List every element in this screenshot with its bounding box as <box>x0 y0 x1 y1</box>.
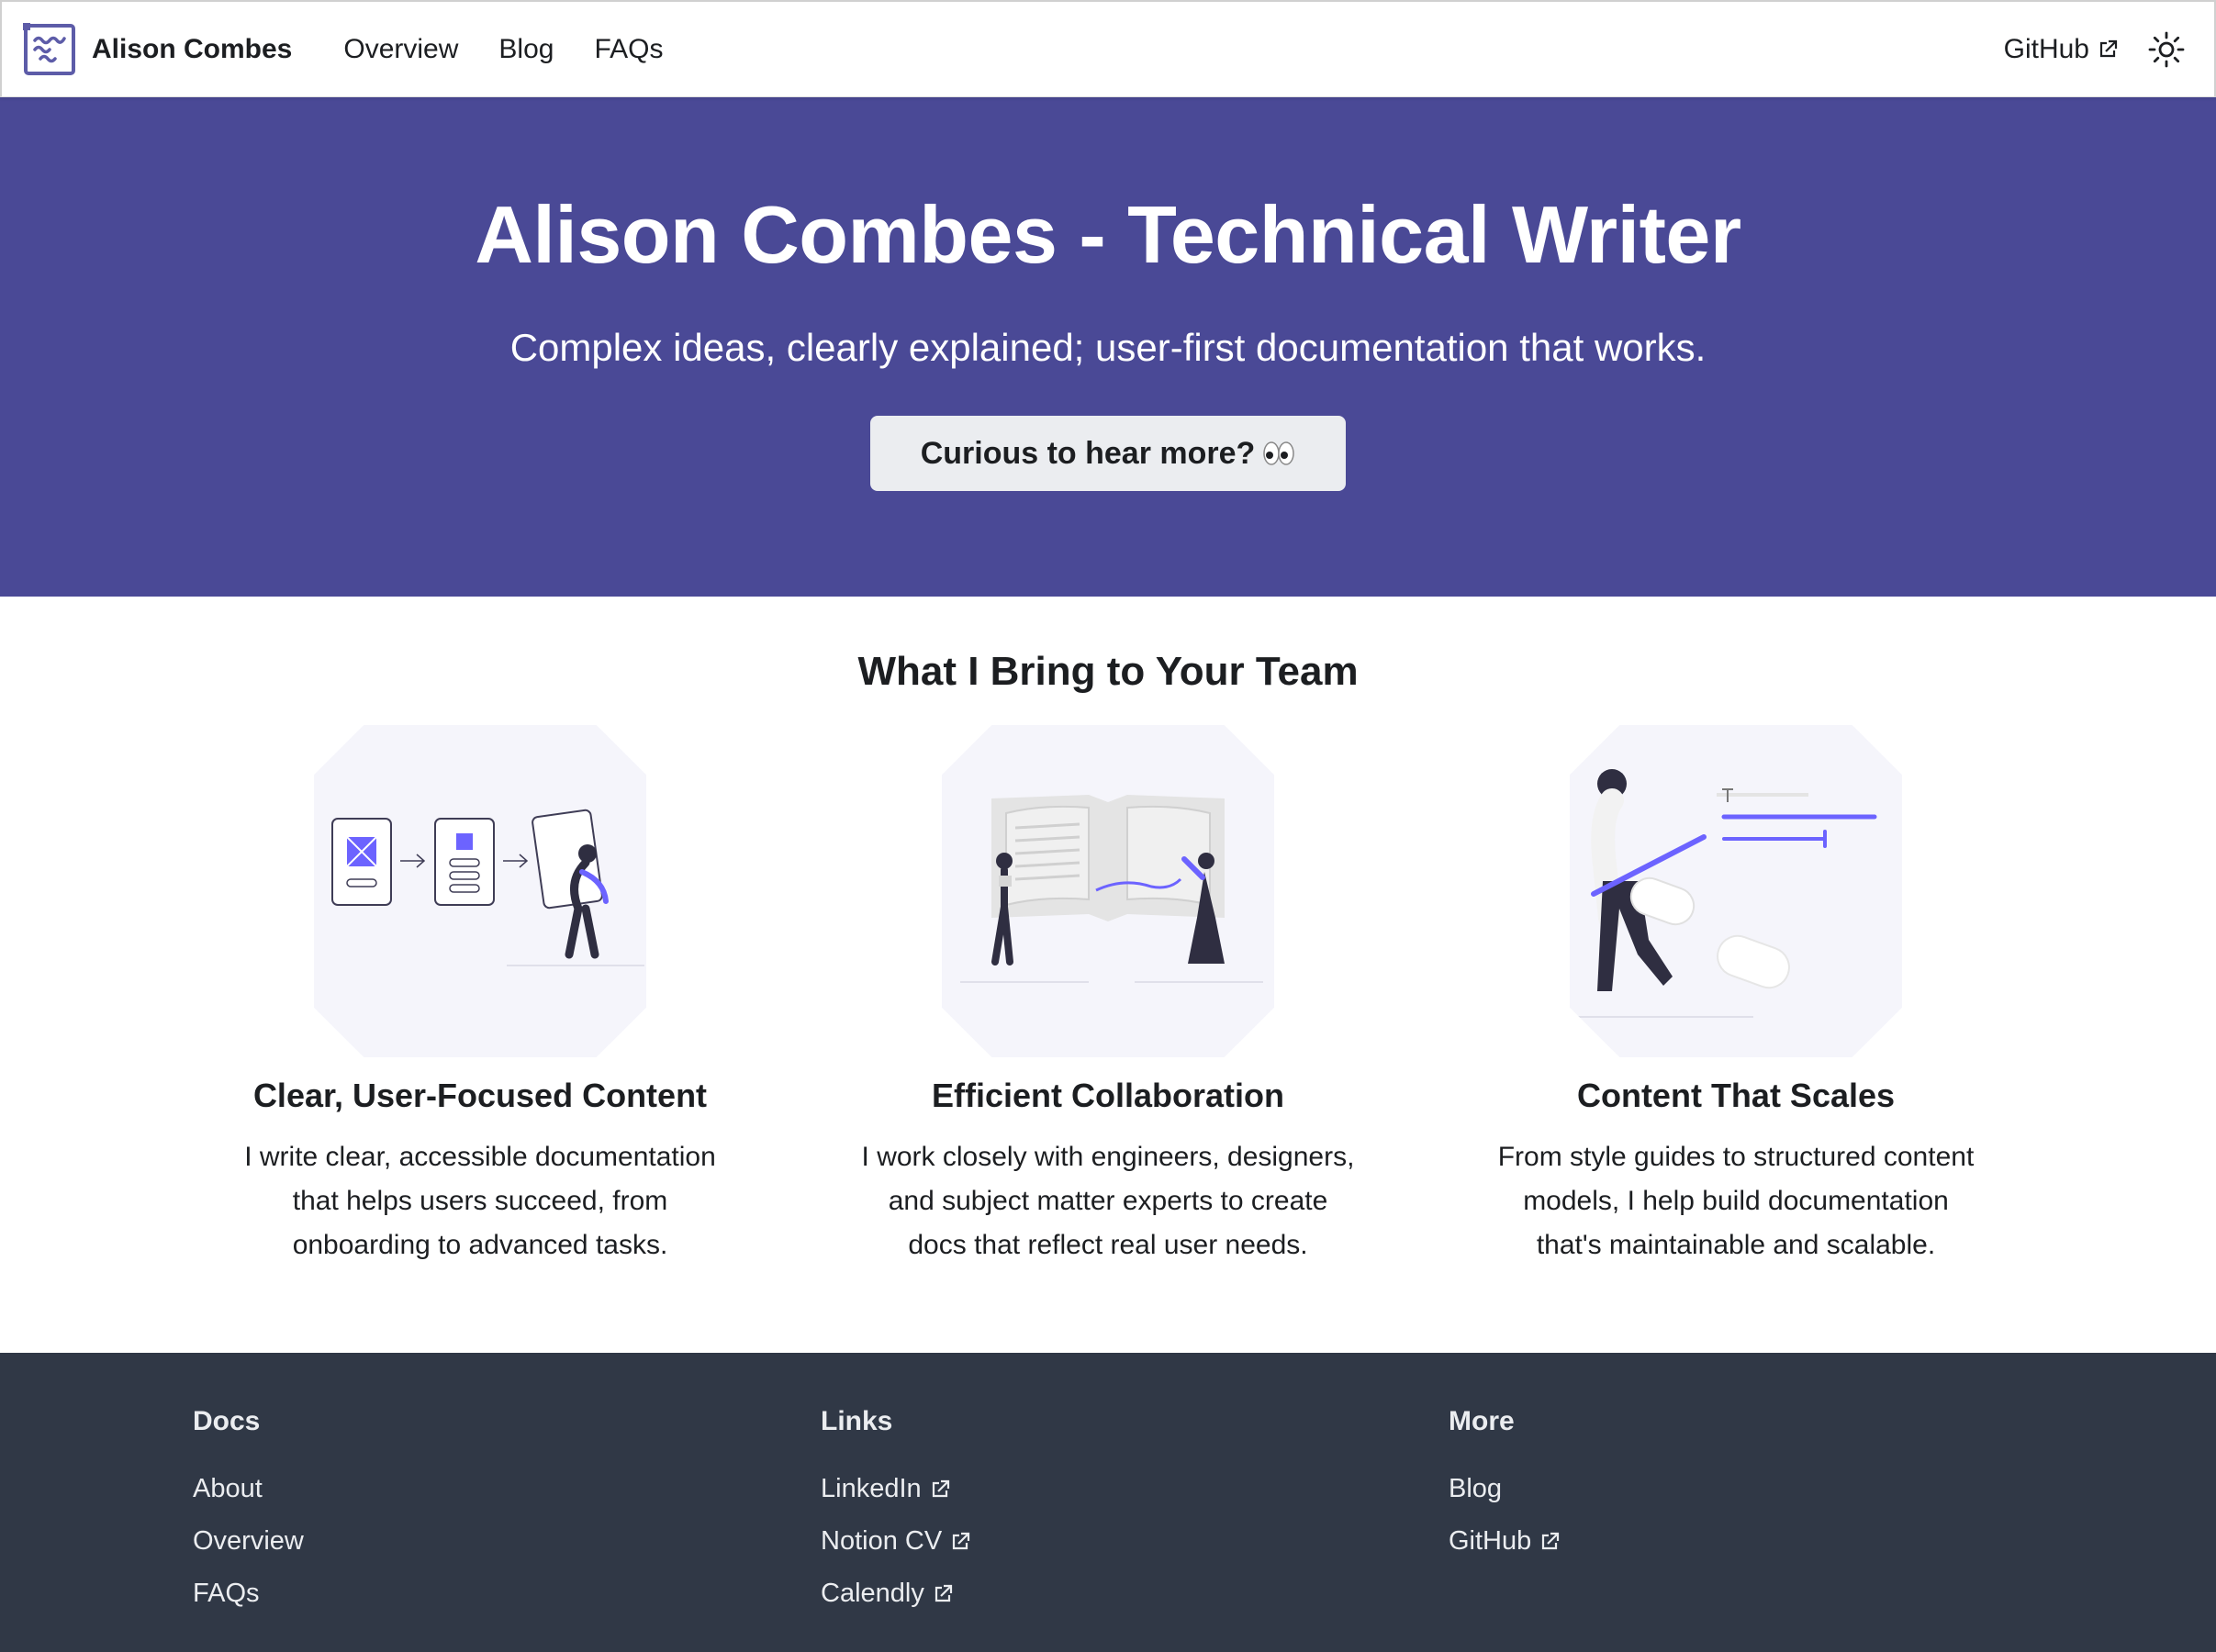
features-heading: What I Bring to Your Team <box>857 649 1359 694</box>
footer-link-notion-cv[interactable]: Notion CV <box>821 1515 971 1568</box>
footer-link-blog[interactable]: Blog <box>1449 1463 1561 1515</box>
open-book-collaboration-illustration-icon <box>942 725 1274 1057</box>
wireframe-flow-illustration-icon <box>314 725 646 1057</box>
external-link-icon <box>2099 39 2118 57</box>
external-link-icon <box>932 1479 949 1497</box>
feature-title: Clear, User-Focused Content <box>252 1077 708 1114</box>
wave-square-logo-icon <box>23 22 75 75</box>
footer-column-title: Docs <box>193 1406 261 1436</box>
features-section: What I Bring to Your Team Clear, User-Fo… <box>0 597 2216 1353</box>
external-link-icon <box>953 1532 970 1549</box>
footer-link-about[interactable]: About <box>193 1463 304 1515</box>
sun-icon <box>2148 31 2185 67</box>
footer-column-docs: Docs About Overview FAQs <box>193 1406 304 1620</box>
hero-subtitle: Complex ideas, clearly explained; user-f… <box>509 326 1707 369</box>
nav-links: Overview Blog FAQs <box>323 34 683 65</box>
footer-link-label: LinkedIn <box>821 1474 922 1503</box>
footer-link-label: Calendly <box>821 1579 924 1608</box>
github-label: GitHub <box>2003 33 2089 64</box>
feature-card-content-scales: Content That Scales From style guides to… <box>1451 725 2020 1267</box>
footer-link-overview[interactable]: Overview <box>193 1515 304 1568</box>
footer-link-linkedin[interactable]: LinkedIn <box>821 1463 971 1515</box>
hero-title: Alison Combes - Technical Writer <box>475 189 1741 280</box>
nav-link-overview[interactable]: Overview <box>343 34 458 65</box>
feature-description: From style guides to structured content … <box>1497 1142 1975 1261</box>
external-link-icon <box>1542 1532 1560 1549</box>
footer-link-github[interactable]: GitHub <box>1449 1515 1561 1568</box>
footer-column-more: More Blog GitHub <box>1449 1406 1561 1568</box>
eyes-emoji-icon <box>1262 440 1295 467</box>
brand-link[interactable]: Alison Combes <box>22 22 292 77</box>
footer: Docs About Overview FAQs Links LinkedIn … <box>0 1353 2216 1652</box>
footer-column-title: Links <box>821 1406 893 1436</box>
text-editing-illustration-icon <box>1570 725 1902 1057</box>
footer-link-calendly[interactable]: Calendly <box>821 1568 971 1620</box>
curious-to-hear-more-button[interactable]: Curious to hear more? <box>870 416 1346 491</box>
external-link-icon <box>935 1584 952 1602</box>
feature-card-collaboration: Efficient Collaboration I work closely w… <box>823 725 1393 1267</box>
nav-link-blog[interactable]: Blog <box>498 34 554 65</box>
footer-link-faqs[interactable]: FAQs <box>193 1568 304 1620</box>
feature-title: Content That Scales <box>1576 1077 1896 1114</box>
footer-column-links: Links LinkedIn Notion CV Calendly <box>821 1406 971 1620</box>
feature-description: I write clear, accessible documentation … <box>244 1142 716 1261</box>
footer-link-label: Notion CV <box>821 1526 943 1556</box>
hero-banner: Alison Combes - Technical Writer Complex… <box>0 97 2216 597</box>
nav-right: GitHub <box>1984 29 2187 70</box>
footer-link-label: GitHub <box>1449 1526 1532 1556</box>
footer-column-title: More <box>1449 1406 1515 1436</box>
navbar: Alison Combes Overview Blog FAQs GitHub <box>0 0 2216 97</box>
nav-link-github[interactable]: GitHub <box>2004 34 2119 65</box>
feature-description: I work closely with engineers, designers… <box>861 1142 1355 1261</box>
brand-title: Alison Combes <box>92 33 293 64</box>
hero-button-label: Curious to hear more? <box>920 435 1256 471</box>
nav-link-faqs[interactable]: FAQs <box>594 34 663 65</box>
feature-card-clear-content: Clear, User-Focused Content I write clea… <box>196 725 765 1267</box>
theme-toggle-button[interactable] <box>2146 29 2187 70</box>
feature-title: Efficient Collaboration <box>931 1077 1284 1114</box>
